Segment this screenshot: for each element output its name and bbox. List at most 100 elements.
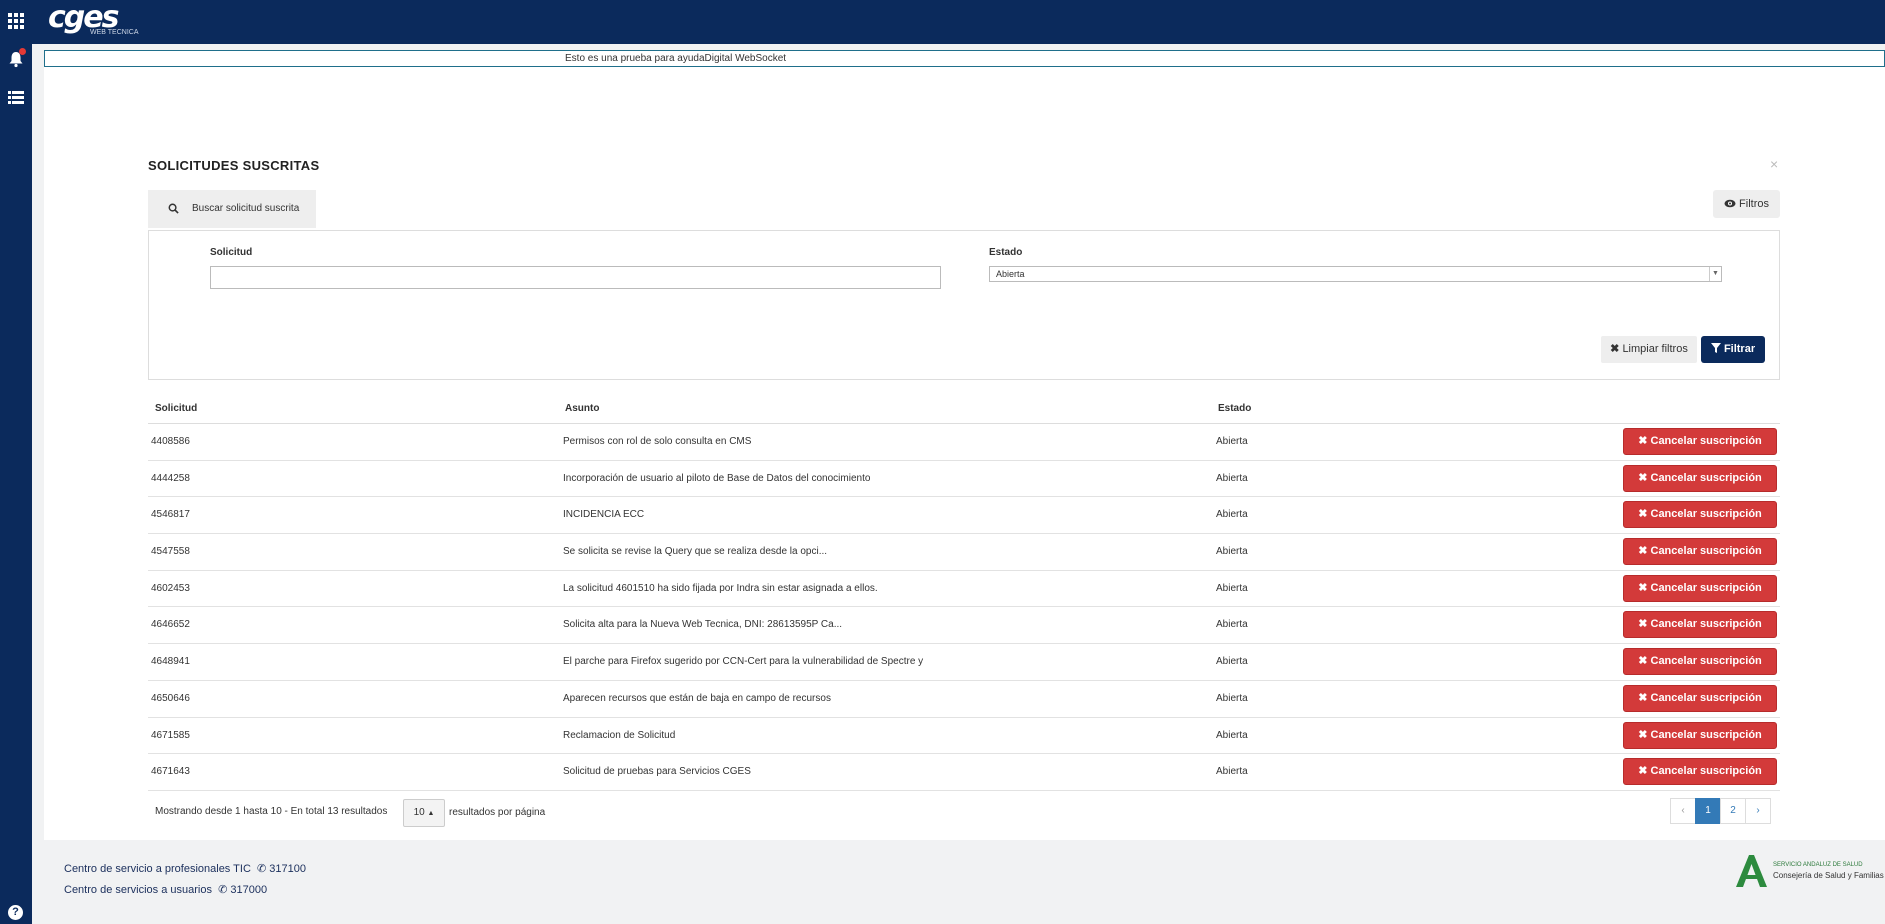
- next-page-button[interactable]: ›: [1745, 798, 1771, 824]
- filters-button-label: Filtros: [1739, 198, 1769, 210]
- filter-panel: Solicitud Estado Abierta ▼ ✖ Limpiar fil…: [148, 230, 1780, 380]
- clear-filters-label: Limpiar filtros: [1622, 343, 1688, 355]
- table-row: 4408586 Permisos con rol de solo consulta…: [148, 424, 1780, 461]
- page-2-button[interactable]: 2: [1720, 798, 1746, 824]
- cancel-subscription-button[interactable]: ✖ Cancelar suscripción: [1623, 611, 1777, 639]
- footer-line-1: Centro de servicio a profesionales TIC ✆…: [64, 862, 306, 875]
- estado-select-value: Abierta: [996, 269, 1025, 279]
- cell-solicitud[interactable]: 4547558: [151, 546, 190, 557]
- cell-estado: Abierta: [1216, 509, 1248, 521]
- times-icon: ✖: [1638, 691, 1648, 704]
- search-tab[interactable]: Buscar solicitud suscrita: [148, 190, 316, 228]
- list-icon[interactable]: [7, 89, 25, 107]
- table-row: 4671643 Solicitud de pruebas para Servici…: [148, 754, 1780, 791]
- clear-filters-button[interactable]: ✖ Limpiar filtros: [1601, 336, 1697, 363]
- cell-asunto: Solicitud de pruebas para Servicios CGES: [563, 766, 751, 778]
- pagination-info: Mostrando desde 1 hasta 10 - En total 13…: [155, 806, 388, 817]
- cell-solicitud[interactable]: 4602453: [151, 583, 190, 594]
- times-icon: ✖: [1638, 655, 1648, 668]
- pagination: ‹ 1 2 ›: [1670, 798, 1771, 824]
- cell-solicitud[interactable]: 4546817: [151, 509, 190, 520]
- search-tab-label: Buscar solicitud suscrita: [192, 203, 300, 214]
- cell-asunto: Aparecen recursos que están de baja en c…: [563, 692, 831, 704]
- cell-estado: Abierta: [1216, 472, 1248, 484]
- org-name-line-2: Consejería de Salud y Familias: [1773, 871, 1884, 880]
- cancel-subscription-label: Cancelar suscripción: [1650, 581, 1762, 594]
- cell-estado: Abierta: [1216, 436, 1248, 447]
- cell-asunto: Reclamacion de Solicitud: [563, 729, 676, 741]
- filter-button-label: Filtrar: [1723, 343, 1756, 355]
- cell-solicitud[interactable]: 4671643: [151, 766, 190, 777]
- close-icon[interactable]: ×: [1770, 156, 1778, 172]
- caret-up-icon: ▲: [427, 810, 435, 817]
- times-icon: ✖: [1610, 343, 1620, 355]
- cell-estado: Abierta: [1216, 582, 1248, 594]
- footer-users-phone[interactable]: 317000: [230, 884, 267, 896]
- cancel-subscription-label: Cancelar suscripción: [1650, 508, 1762, 521]
- cell-estado: Abierta: [1216, 619, 1248, 631]
- cancel-subscription-label: Cancelar suscripción: [1650, 765, 1762, 778]
- cancel-subscription-label: Cancelar suscripción: [1650, 545, 1762, 558]
- times-icon: ✖: [1638, 435, 1648, 447]
- table-row: 4602453 La solicitud 4601510 ha sido fija…: [148, 571, 1780, 608]
- eye-icon: [1724, 198, 1739, 210]
- cell-estado: Abierta: [1216, 692, 1248, 704]
- estado-select[interactable]: Abierta ▼: [989, 266, 1722, 282]
- cell-solicitud[interactable]: 4648941: [151, 656, 190, 667]
- cancel-subscription-button[interactable]: ✖ Cancelar suscripción: [1623, 758, 1777, 786]
- cancel-subscription-label: Cancelar suscripción: [1650, 728, 1762, 741]
- cell-asunto: Permisos con rol de solo consulta en CMS: [563, 436, 752, 447]
- cancel-subscription-label: Cancelar suscripción: [1650, 471, 1762, 484]
- bell-icon[interactable]: [7, 48, 26, 68]
- cell-estado: Abierta: [1216, 729, 1248, 741]
- table-row: 4444258 Incorporación de usuario al pilot…: [148, 461, 1780, 498]
- cancel-subscription-label: Cancelar suscripción: [1650, 655, 1762, 668]
- cell-asunto: La solicitud 4601510 ha sido fijada por …: [563, 582, 878, 594]
- cancel-subscription-button[interactable]: ✖ Cancelar suscripción: [1623, 464, 1777, 492]
- cancel-subscription-button[interactable]: ✖ Cancelar suscripción: [1623, 648, 1777, 676]
- help-icon[interactable]: ?: [8, 905, 23, 920]
- cell-solicitud[interactable]: 4408586: [151, 436, 190, 447]
- times-icon: ✖: [1638, 471, 1648, 484]
- cancel-subscription-button[interactable]: ✖ Cancelar suscripción: [1623, 428, 1777, 455]
- cell-solicitud[interactable]: 4650646: [151, 693, 190, 704]
- per-page-value: 10: [413, 807, 425, 818]
- cancel-subscription-button[interactable]: ✖ Cancelar suscripción: [1623, 538, 1777, 566]
- cell-asunto: Se solicita se revise la Query que se re…: [563, 546, 828, 558]
- chevron-down-icon: ▼: [1709, 267, 1721, 281]
- apps-grid-icon[interactable]: [8, 13, 24, 29]
- cell-asunto: INCIDENCIA ECC: [563, 509, 645, 521]
- footer-professionals-phone[interactable]: 317100: [269, 863, 306, 875]
- cancel-subscription-button[interactable]: ✖ Cancelar suscripción: [1623, 574, 1777, 602]
- notification-dot: [19, 48, 26, 55]
- phone-icon: ✆: [218, 884, 228, 896]
- cell-solicitud[interactable]: 4444258: [151, 473, 190, 484]
- solicitud-input[interactable]: [210, 266, 941, 289]
- cancel-subscription-button[interactable]: ✖ Cancelar suscripción: [1623, 501, 1777, 529]
- times-icon: ✖: [1638, 765, 1648, 778]
- table-header: Solicitud Asunto Estado: [148, 395, 1780, 424]
- cancel-subscription-label: Cancelar suscripción: [1650, 435, 1762, 447]
- sidebar: [0, 44, 32, 924]
- filter-button[interactable]: Filtrar: [1701, 336, 1765, 363]
- cell-asunto: El parche para Firefox sugerido por CCN-…: [563, 656, 924, 668]
- app-logo[interactable]: cges WEB TECNICA: [48, 3, 139, 37]
- filters-button[interactable]: Filtros: [1713, 190, 1780, 218]
- cancel-subscription-label: Cancelar suscripción: [1650, 618, 1762, 631]
- cell-solicitud[interactable]: 4671585: [151, 730, 190, 741]
- search-icon: [168, 203, 179, 217]
- cancel-subscription-button[interactable]: ✖ Cancelar suscripción: [1623, 684, 1777, 712]
- cell-estado: Abierta: [1216, 656, 1248, 668]
- cancel-subscription-button[interactable]: ✖ Cancelar suscripción: [1623, 721, 1777, 749]
- page-1-button[interactable]: 1: [1695, 798, 1721, 824]
- prev-page-button[interactable]: ‹: [1670, 798, 1696, 824]
- funnel-icon: [1710, 343, 1724, 355]
- cell-solicitud[interactable]: 4646652: [151, 619, 190, 630]
- table-row: 4650646 Aparecen recursos que están de ba…: [148, 681, 1780, 718]
- cell-estado: Abierta: [1216, 766, 1248, 778]
- subscriptions-table: Solicitud Asunto Estado 4408586 Permisos …: [148, 395, 1780, 791]
- per-page-select[interactable]: 10 ▲: [403, 799, 445, 827]
- table-row: 4648941 El parche para Firefox sugerido p…: [148, 644, 1780, 681]
- header-solicitud: Solicitud: [155, 403, 198, 414]
- solicitud-label: Solicitud: [210, 247, 253, 258]
